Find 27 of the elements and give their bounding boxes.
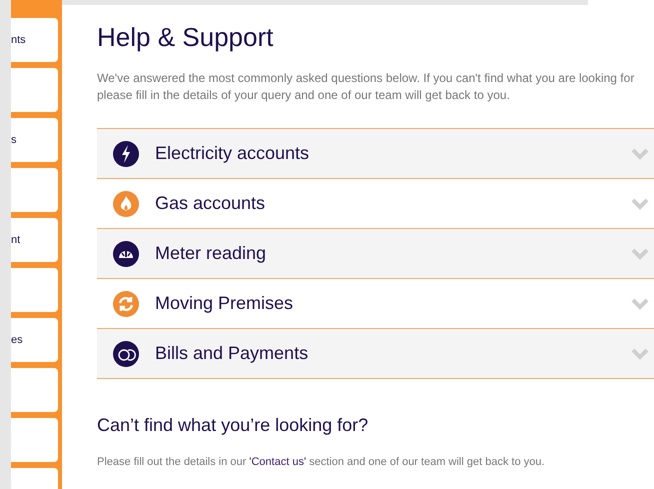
coins-icon <box>113 340 139 366</box>
sidebar-item[interactable] <box>11 368 58 412</box>
chevron-down-icon <box>631 248 649 260</box>
sidebar-item[interactable]: nt <box>11 218 58 262</box>
faq-item[interactable]: Bills and Payments <box>97 329 654 379</box>
sidebar-item[interactable] <box>11 418 58 462</box>
flame-icon <box>113 190 139 216</box>
sidebar-item[interactable]: es <box>11 318 58 362</box>
sidebar-item[interactable] <box>11 268 58 312</box>
faq-item[interactable]: Electricity accounts <box>97 129 654 179</box>
sidebar-item[interactable]: s <box>11 118 58 162</box>
intro-text: We've answered the most commonly asked questions below. If you can't find what you are looking for please fill in the details of your query and one of our team will get back to you. <box>97 70 636 104</box>
page-title: Help & Support <box>97 22 274 53</box>
contact-link[interactable]: 'Contact us' <box>249 456 306 468</box>
chevron-down-icon <box>631 298 649 310</box>
faq-item[interactable]: Meter reading <box>97 229 654 279</box>
sidebar-item[interactable] <box>11 168 58 212</box>
chevron-down-icon <box>631 198 649 210</box>
chevron-down-icon <box>631 348 649 360</box>
lightning-icon <box>113 140 139 166</box>
sidebar-item[interactable]: nts <box>11 18 58 62</box>
chevron-down-icon <box>631 148 649 160</box>
section-heading: Can’t find what you’re looking for? <box>97 415 370 436</box>
contact-text: Please fill out the details in our 'Contact us' section and one of our team will get back to you. <box>97 456 546 468</box>
refresh-icon <box>113 290 139 316</box>
gauge-icon <box>113 240 139 266</box>
sidebar-item[interactable] <box>11 68 58 112</box>
